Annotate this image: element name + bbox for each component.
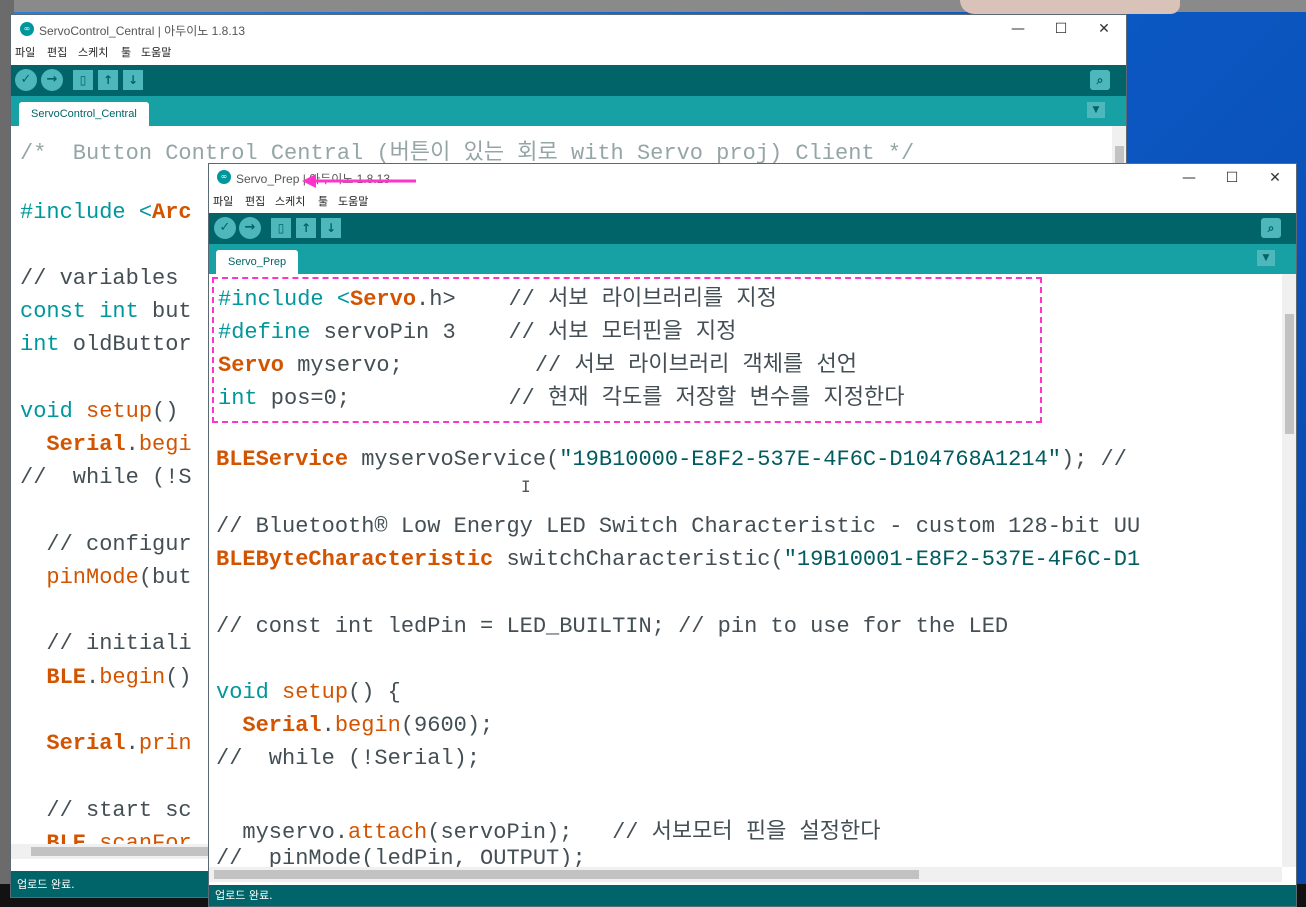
code-line: #include <Arc [20,200,192,225]
front-menubar: 파일 편집 스케치 툴 도움말 [209,192,1296,212]
menu-edit[interactable]: 편집 [47,43,67,63]
tab-menu-icon[interactable]: ▼ [1087,102,1105,118]
menu-tools[interactable]: 툴 [318,192,328,212]
code-line: // initiali [20,631,192,656]
code-line: // start sc [20,798,192,823]
code-line: Serial.begi [46,432,192,457]
code-line: BLE.begin() [46,665,192,690]
code-line: Serial.prin [46,731,192,756]
front-horizontal-scrollbar[interactable] [209,867,1282,882]
back-window-title: ServoControl_Central | 아두이노 1.8.13 [39,24,246,38]
menu-help[interactable]: 도움말 [338,192,368,212]
front-tabbar: Servo_Prep ▼ [209,244,1296,274]
open-icon[interactable]: ↑ [98,70,118,90]
serial-monitor-icon[interactable]: ⌕ [1261,218,1281,238]
minimize-button[interactable]: — [998,15,1038,43]
serial-monitor-icon[interactable]: ⌕ [1090,70,1110,90]
code-line: // while (!Serial); [216,746,481,771]
verify-icon[interactable]: ✓ [214,217,236,239]
maximize-button[interactable]: ☐ [1041,15,1081,43]
code-line: BLE.scanFor [46,831,192,844]
back-horizontal-scroll-thumb[interactable] [31,847,211,856]
code-line: /* Button Control Central (버튼이 있는 회로 wit… [20,141,915,166]
front-vertical-scroll-thumb[interactable] [1285,314,1294,434]
code-line: myservo.attach(servoPin); // 서보모터 핀을 설정한… [216,820,881,845]
front-window: ∞ Servo_Prep | 아두이노 1.8.13 — ☐ ✕ 파일 편집 스… [208,163,1297,907]
highlight-box [212,277,1042,423]
code-line: // pinMode(ledPin, OUTPUT); [216,846,586,867]
code-line: int oldButtor [20,332,192,357]
maximize-button[interactable]: ☐ [1212,164,1252,192]
code-line: // configur [20,532,192,557]
upload-icon[interactable]: → [41,69,63,91]
close-button[interactable]: ✕ [1084,15,1124,43]
text-cursor-icon: I [521,477,531,496]
back-toolbar: ✓ → ▯ ↑ ↓ ⌕ [11,65,1126,96]
code-line: BLEByteCharacteristic switchCharacterist… [216,547,1141,572]
minimize-button[interactable]: — [1169,164,1209,192]
menu-sketch[interactable]: 스케치 [78,43,108,63]
code-line: // Bluetooth® Low Energy LED Switch Char… [216,514,1141,539]
tab-servocontrol-central[interactable]: ServoControl_Central [19,102,149,126]
new-icon[interactable]: ▯ [73,70,93,90]
menu-file[interactable]: 파일 [213,192,233,212]
pink-arrow-icon [302,174,416,188]
back-titlebar: ∞ ServoControl_Central | 아두이노 1.8.13 — ☐… [11,15,1126,43]
front-status-bar: 업로드 완료. [209,885,1296,906]
menu-file[interactable]: 파일 [15,43,35,63]
code-line: Serial.begin(9600); [242,713,494,738]
back-menubar: 파일 편집 스케치 툴 도움말 [11,43,1126,63]
verify-icon[interactable]: ✓ [15,69,37,91]
save-icon[interactable]: ↓ [123,70,143,90]
front-toolbar: ✓ → ▯ ↑ ↓ ⌕ [209,213,1296,244]
back-tabbar: ServoControl_Central ▼ [11,96,1126,126]
save-icon[interactable]: ↓ [321,218,341,238]
code-line: // variables [20,266,179,291]
code-line: void setup() { [216,680,401,705]
menu-edit[interactable]: 편집 [245,192,265,212]
arduino-logo-icon: ∞ [217,170,231,184]
tab-menu-icon[interactable]: ▼ [1257,250,1275,266]
front-vertical-scrollbar[interactable] [1282,274,1296,867]
close-button[interactable]: ✕ [1255,164,1295,192]
open-icon[interactable]: ↑ [296,218,316,238]
upload-icon[interactable]: → [239,217,261,239]
desktop-wallpaper-detail [960,0,1180,14]
front-horizontal-scroll-thumb[interactable] [214,870,919,879]
code-line: // while (!S [20,465,192,490]
code-line: BLEService myservoService("19B10000-E8F2… [216,447,1127,472]
tab-servo-prep[interactable]: Servo_Prep [216,250,299,274]
code-line: pinMode(but [46,565,192,590]
new-icon[interactable]: ▯ [271,218,291,238]
code-line: void setup() [20,399,179,424]
code-line: // const int ledPin = LED_BUILTIN; // pi… [216,614,1009,639]
menu-help[interactable]: 도움말 [141,43,171,63]
menu-sketch[interactable]: 스케치 [275,192,305,212]
menu-tools[interactable]: 툴 [121,43,131,63]
arduino-logo-icon: ∞ [20,22,34,36]
code-line: const int but [20,299,192,324]
